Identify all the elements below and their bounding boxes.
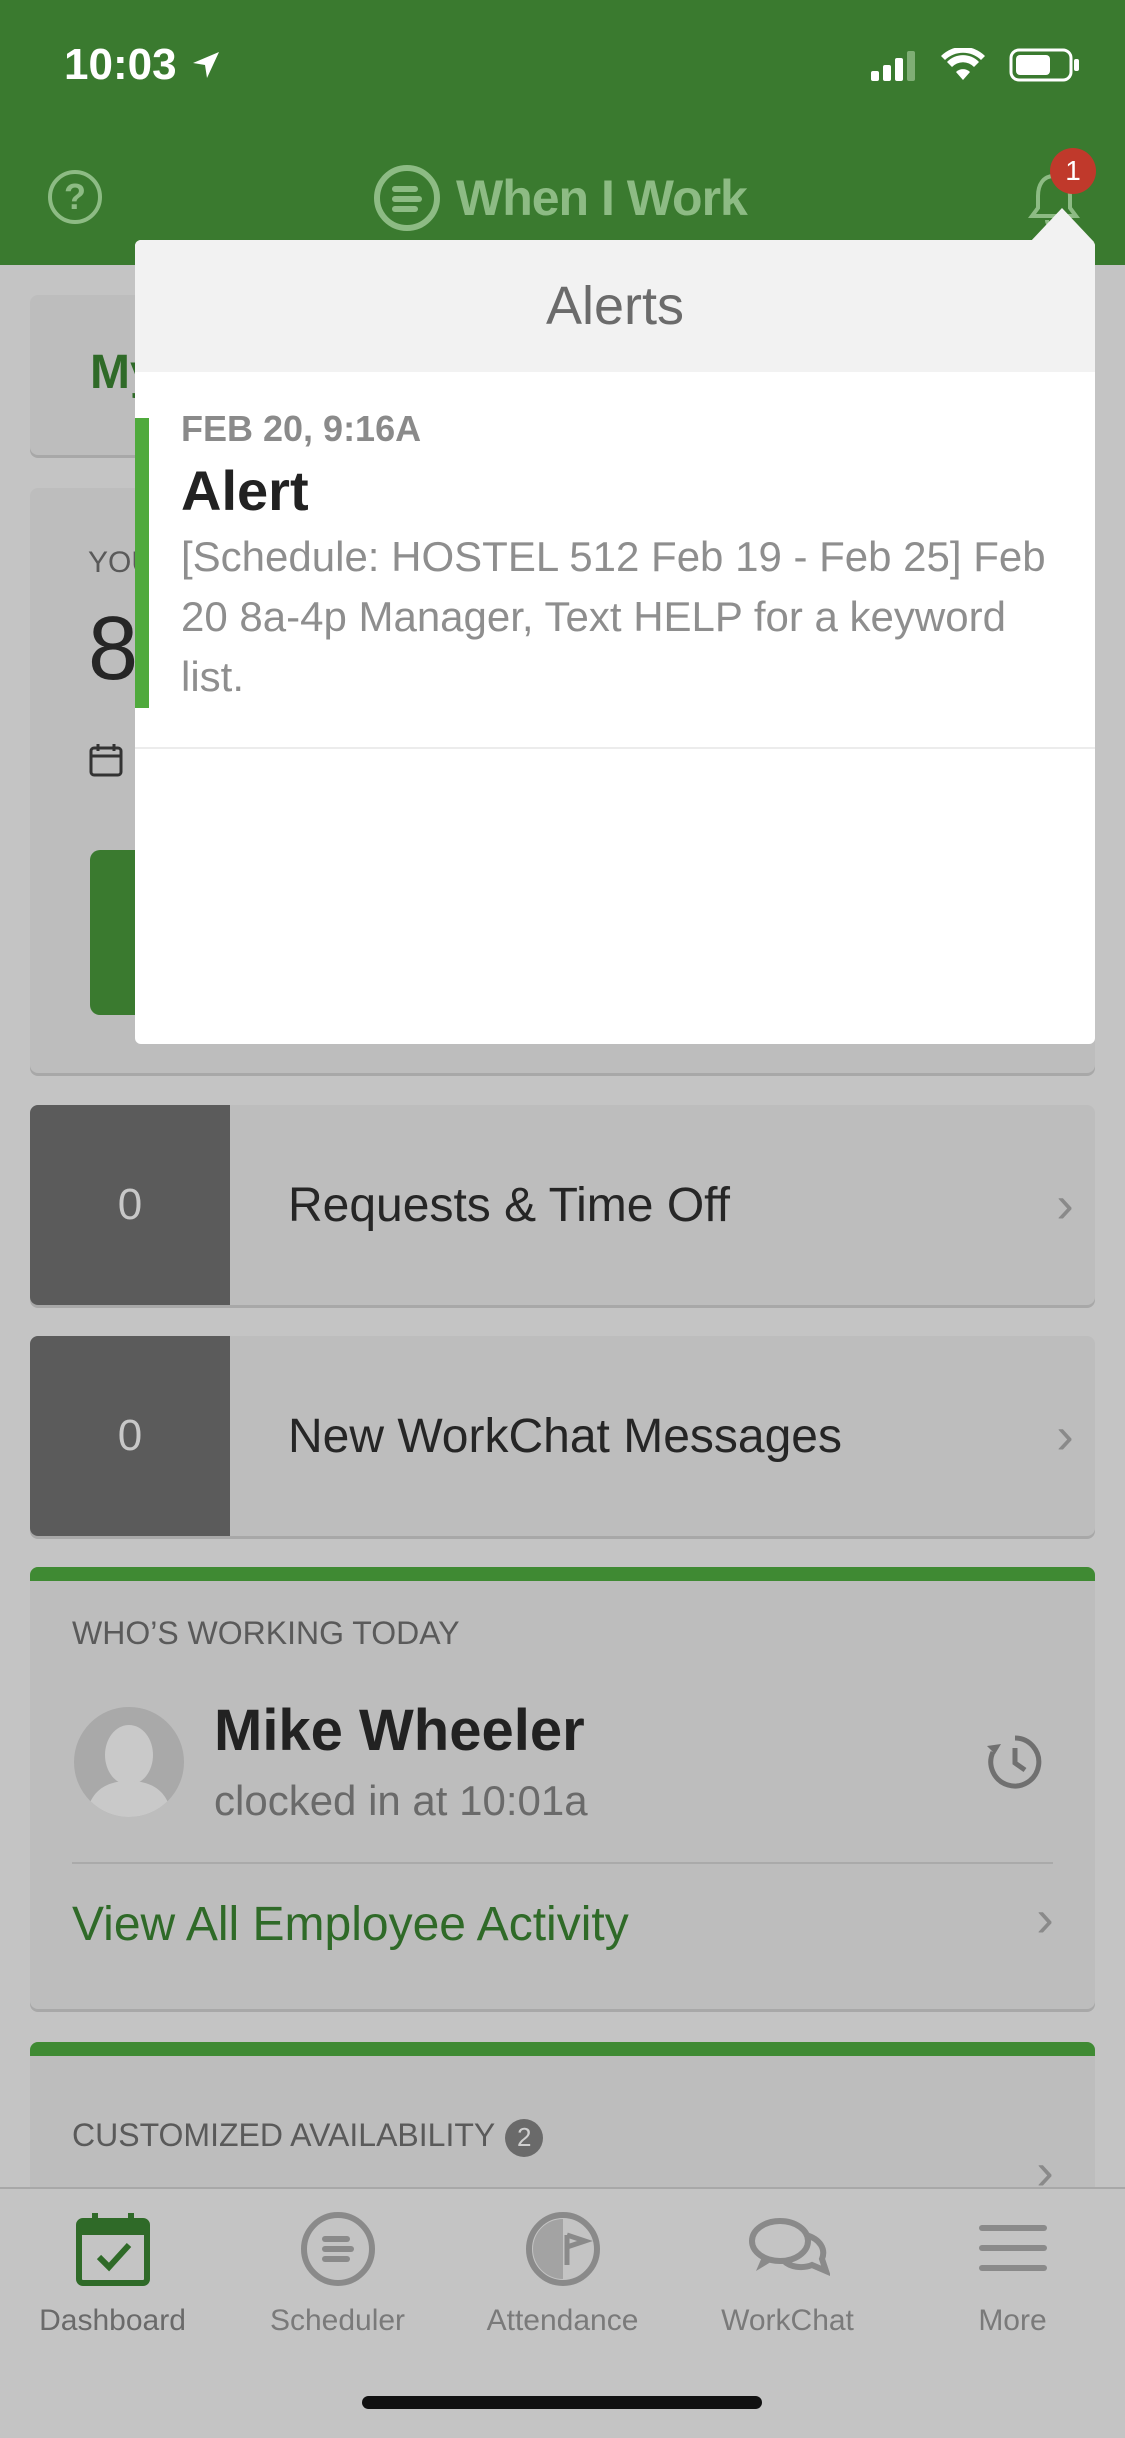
clock-history-icon[interactable] [985, 1732, 1045, 1792]
help-button[interactable]: ? [48, 170, 102, 224]
alerts-title: Alerts [545, 276, 685, 336]
scheduler-icon [300, 2212, 375, 2286]
status-bar-time: 10:03 [64, 40, 221, 90]
attendance-icon [525, 2212, 600, 2286]
alerts-header: Alerts [135, 240, 1095, 372]
availability-title: CUSTOMIZED AVAILABILITY 2 [72, 2117, 544, 2157]
tab-dashboard[interactable]: Dashboard [0, 2209, 225, 2338]
chat-bubbles-icon [748, 2218, 831, 2277]
availability-title-text: CUSTOMIZED AVAILABILITY [72, 2117, 496, 2153]
clock-text: 10:03 [64, 40, 177, 89]
notification-count: 1 [1065, 155, 1081, 186]
whos-working-title: WHO’S WORKING TODAY [72, 1615, 460, 1651]
workchat-count: 0 [30, 1336, 230, 1536]
requests-row[interactable]: 0 Requests & Time Off › [30, 1105, 1095, 1305]
signal-icon [871, 51, 915, 81]
chevron-right-icon: › [1056, 1176, 1074, 1234]
section-accent-strip [30, 1567, 1095, 1581]
chevron-right-icon: › [1036, 1890, 1054, 1948]
hamburger-menu-icon [978, 2225, 1047, 2271]
whos-working-card: WHO’S WORKING TODAY Mike Wheeler clocked… [30, 1567, 1095, 2009]
alert-unread-bar [135, 418, 149, 708]
status-bar-indicators [871, 48, 1081, 82]
home-indicator[interactable] [362, 2396, 762, 2409]
requests-count: 0 [30, 1105, 230, 1305]
workchat-row[interactable]: 0 New WorkChat Messages › [30, 1336, 1095, 1536]
brand-name: When I Work [456, 170, 748, 226]
shift-partial-number: 8 [88, 599, 139, 699]
availability-card[interactable]: CUSTOMIZED AVAILABILITY 2 › [30, 2042, 1095, 2202]
location-arrow-icon [192, 52, 219, 78]
tab-label: Scheduler [269, 2304, 406, 2337]
calendar-icon [89, 744, 123, 777]
popover-caret [1030, 208, 1094, 242]
calendar-check-icon [75, 2213, 150, 2286]
help-label: ? [64, 176, 86, 217]
section-accent-strip [30, 2042, 1095, 2056]
alerts-popover: Alerts FEB 20, 9:16A Alert [Schedule: HO… [135, 240, 1095, 1044]
employee-status: clocked in at 10:01a [214, 1777, 588, 1824]
workchat-label: New WorkChat Messages [288, 1409, 842, 1463]
alert-body: [Schedule: HOSTEL 512 Feb 19 - Feb 25] F… [181, 533, 1046, 700]
wheniwork-logo-icon [374, 165, 440, 231]
tab-label: WorkChat [721, 2304, 854, 2337]
requests-label: Requests & Time Off [288, 1178, 730, 1232]
notification-badge: 1 [1050, 148, 1096, 194]
wifi-icon [941, 48, 985, 80]
tab-label: More [978, 2304, 1047, 2337]
tab-workchat[interactable]: WorkChat [675, 2209, 900, 2338]
brand-logo: When I Work [372, 163, 748, 233]
avatar [74, 1707, 184, 1817]
divider [72, 1862, 1053, 1864]
tab-more[interactable]: More [900, 2209, 1125, 2338]
tab-label: Dashboard [39, 2304, 186, 2337]
availability-count-badge: 2 [505, 2118, 544, 2157]
battery-icon [1009, 48, 1079, 82]
alert-item[interactable]: FEB 20, 9:16A Alert [Schedule: HOSTEL 51… [135, 372, 1095, 749]
chevron-right-icon: › [1056, 1407, 1074, 1465]
employee-name: Mike Wheeler [214, 1698, 585, 1763]
tab-attendance[interactable]: Attendance [450, 2209, 675, 2338]
person-silhouette-icon [86, 1725, 172, 1817]
alert-timestamp: FEB 20, 9:16A [181, 408, 422, 449]
tab-scheduler[interactable]: Scheduler [225, 2209, 450, 2338]
app-header: 10:03 ? When I Work 1 [0, 0, 1125, 265]
view-all-activity-link[interactable]: View All Employee Activity [72, 1897, 629, 1952]
tab-label: Attendance [486, 2304, 639, 2337]
alert-title: Alert [181, 459, 309, 522]
